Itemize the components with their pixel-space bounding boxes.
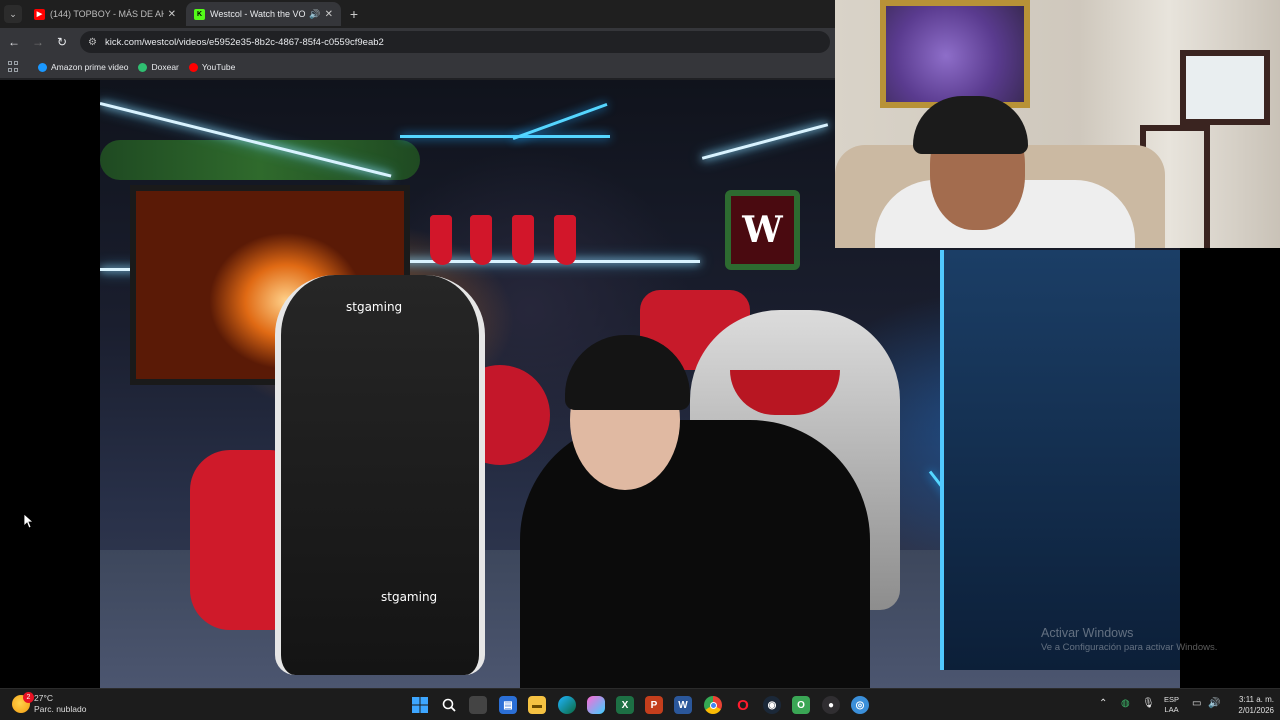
bookmark-doxear[interactable]: Doxear <box>138 62 179 72</box>
windows-start-icon[interactable] <box>411 696 429 714</box>
tab-strip: ⌄ ▶ (144) TOPBOY - MÁS DE AHÍ ft. ✕ K We… <box>0 0 835 28</box>
reload-icon[interactable]: ↻ <box>54 34 70 50</box>
bookmark-prime-video[interactable]: Amazon prime video <box>38 62 128 72</box>
notification-badge: 2 <box>23 692 34 703</box>
clock[interactable]: 3:11 a. m. 2/01/2026 <box>1226 694 1274 716</box>
display-icon[interactable]: ▭ <box>1192 698 1201 709</box>
language-code: ESP <box>1164 695 1180 704</box>
copilot-icon[interactable] <box>587 696 605 714</box>
weather-widget[interactable]: 2 27°C Parc. nublado <box>12 692 87 715</box>
gaming-chair: stgaming stgaming <box>275 275 485 675</box>
youtube-icon: ▶ <box>34 8 45 20</box>
speaker-icon[interactable]: 🔊 <box>309 9 320 20</box>
volume-icon[interactable]: 🔊 <box>1208 698 1220 709</box>
browser-window: ⌄ ▶ (144) TOPBOY - MÁS DE AHÍ ft. ✕ K We… <box>0 0 835 80</box>
keyboard-layout: LAA <box>1164 705 1179 714</box>
logo-wreath: W <box>725 190 800 270</box>
weather-icon: 2 <box>12 692 34 713</box>
neon-light <box>400 135 610 138</box>
doxear-icon <box>138 62 148 72</box>
file-explorer-icon[interactable]: ▬ <box>528 696 546 714</box>
word-icon[interactable]: W <box>674 696 692 714</box>
task-view-icon[interactable] <box>469 696 487 714</box>
clock-time: 3:11 a. m. <box>1239 695 1274 704</box>
search-icon[interactable] <box>440 696 458 714</box>
network-icon[interactable]: ◍ <box>1121 698 1130 709</box>
neon-light <box>701 123 829 160</box>
bookmarks-bar: Amazon prime video Doxear YouTube <box>0 56 835 78</box>
excel-icon[interactable]: X <box>616 696 634 714</box>
apps-grid-icon[interactable] <box>8 61 20 73</box>
bookmark-youtube[interactable]: YouTube <box>188 62 236 72</box>
taskbar: 2 27°C Parc. nublado ▤ ▬ X P W O ◉ O ● ◎… <box>0 688 1280 720</box>
chrome-icon[interactable] <box>704 696 722 714</box>
kick-icon: K <box>194 8 205 20</box>
powerpoint-icon[interactable]: P <box>645 696 663 714</box>
tab-title: (144) TOPBOY - MÁS DE AHÍ ft. <box>50 9 164 19</box>
tab-youtube[interactable]: ▶ (144) TOPBOY - MÁS DE AHÍ ft. ✕ <box>26 2 184 26</box>
obs-icon[interactable]: ● <box>822 696 840 714</box>
wall-mirror <box>1180 50 1270 125</box>
site-info-icon[interactable]: ⚙ <box>88 37 97 48</box>
close-tab-icon[interactable]: ✕ <box>168 9 176 20</box>
weather-temp: 27°C <box>34 693 53 703</box>
app2-icon[interactable]: ◎ <box>851 696 869 714</box>
weather-condition: Parc. nublado <box>34 704 87 714</box>
stockings <box>430 215 590 270</box>
steam-icon[interactable]: ◉ <box>763 696 781 714</box>
browser-toolbar: ← → ↻ ⚙ kick.com/westcol/videos/e5952e35… <box>0 28 835 56</box>
store-icon[interactable]: ▤ <box>499 696 517 714</box>
watermark-title: Activar Windows <box>1041 626 1134 640</box>
edge-icon[interactable] <box>558 696 576 714</box>
tab-search-button[interactable]: ⌄ <box>4 5 22 23</box>
prime-video-icon <box>38 62 47 72</box>
activation-watermark: Activar Windows Ve a Configuración para … <box>1041 626 1217 653</box>
chair-brand-bottom: stgaming <box>381 590 438 604</box>
back-icon[interactable]: ← <box>6 34 22 50</box>
chair-brand-top: stgaming <box>346 300 403 314</box>
microphone-icon[interactable]: 🎙 <box>1142 698 1155 709</box>
flower-painting <box>880 0 1030 108</box>
new-tab-button[interactable]: + <box>345 5 363 23</box>
app-icon[interactable]: O <box>792 696 810 714</box>
desktop: ⌄ ▶ (144) TOPBOY - MÁS DE AHÍ ft. ✕ K We… <box>0 0 1280 720</box>
window-wall <box>940 250 1180 670</box>
streamer-body <box>520 420 870 688</box>
webcam-overlay <box>835 0 1280 248</box>
bookmark-label: YouTube <box>201 62 236 72</box>
bookmark-label: Amazon prime video <box>51 62 129 72</box>
tab-title: Westcol - Watch the VOD o <box>210 9 306 19</box>
youtube-icon <box>188 62 198 72</box>
watermark-subtitle: Ve a Configuración para activar Windows. <box>1041 642 1218 653</box>
garland <box>100 140 420 180</box>
opera-icon[interactable]: O <box>734 696 752 714</box>
mouse-cursor-icon <box>24 514 34 528</box>
bookmark-label: Doxear <box>151 62 179 72</box>
forward-icon[interactable]: → <box>30 34 46 50</box>
clock-date: 2/01/2026 <box>1238 706 1274 715</box>
address-bar[interactable]: ⚙ kick.com/westcol/videos/e5952e35-8b2c-… <box>80 31 830 53</box>
url-text: kick.com/westcol/videos/e5952e35-8b2c-48… <box>104 36 384 48</box>
chevron-up-icon[interactable]: ⌃ <box>1099 698 1107 709</box>
tab-kick[interactable]: K Westcol - Watch the VOD o 🔊 ✕ <box>186 2 341 26</box>
close-tab-icon[interactable]: ✕ <box>325 9 333 20</box>
language-indicator[interactable]: ESP LAA <box>1164 695 1179 715</box>
